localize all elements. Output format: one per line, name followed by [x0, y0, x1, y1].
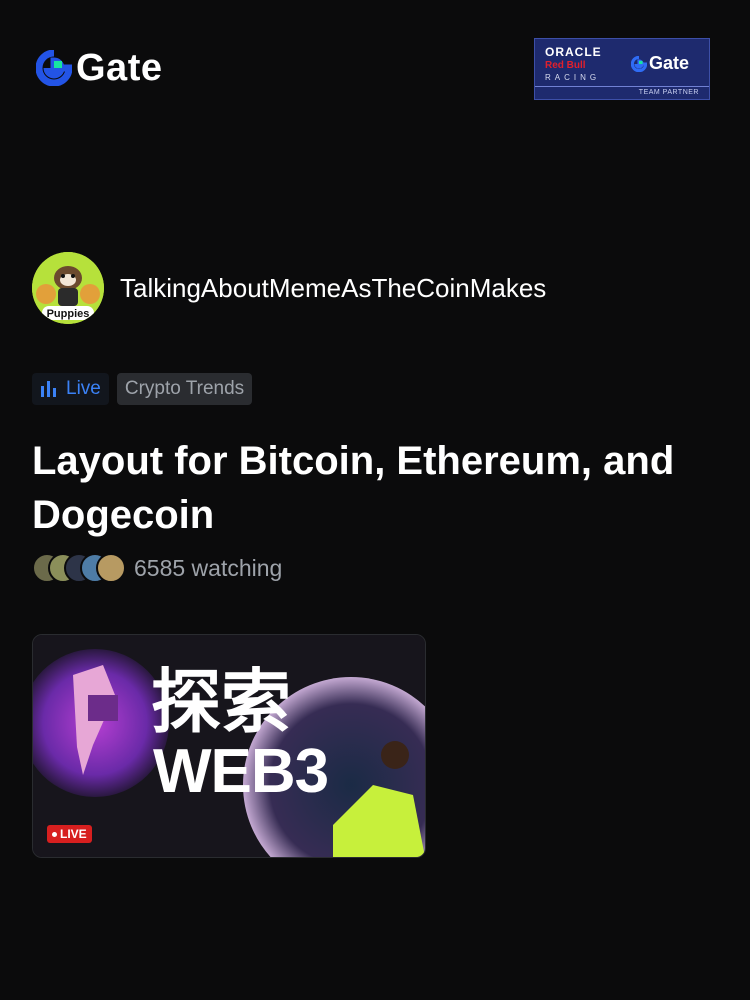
- live-badge: LIVE: [47, 825, 92, 843]
- partner-line1: ORACLE: [545, 45, 602, 59]
- live-badge-label: LIVE: [60, 827, 87, 841]
- avatar-label: Puppies: [47, 308, 90, 320]
- viewer-avatar: [96, 553, 126, 583]
- author-avatar[interactable]: Puppies: [32, 252, 104, 324]
- watching-count: 6585 watching: [134, 554, 283, 581]
- stream-thumbnail[interactable]: 探索 WEB3 LIVE: [32, 634, 426, 858]
- topic-tag[interactable]: Crypto Trends: [116, 373, 253, 405]
- live-tag-label: Live: [66, 378, 101, 399]
- gate-logo[interactable]: Gate: [36, 47, 163, 89]
- puppies-avatar-icon: Puppies: [32, 252, 104, 324]
- viewer-avatars: [32, 553, 126, 583]
- partner-line3: RACING: [545, 73, 601, 82]
- author-name[interactable]: TalkingAboutMemeAsTheCoinMakes: [120, 273, 546, 304]
- author-row[interactable]: Puppies TalkingAboutMemeAsTheCoinMakes: [32, 252, 546, 324]
- partner-caption: TEAM PARTNER: [638, 89, 699, 96]
- partner-divider: [535, 86, 709, 87]
- gate-mini-icon: [631, 55, 647, 72]
- viewer-row: 6585 watching: [32, 553, 282, 583]
- stream-title: Layout for Bitcoin, Ethereum, and Dogeco…: [32, 439, 675, 537]
- bar-chart-icon: [41, 381, 56, 397]
- app-header: Gate ORACLE Red Bull RACING Gate TEAM PA…: [0, 0, 750, 140]
- live-dot-icon: [52, 831, 57, 837]
- gate-logo-icon: [36, 50, 72, 86]
- thumbnail-headline-en: WEB3: [153, 737, 329, 806]
- partner-brand: Gate: [649, 53, 690, 73]
- stream-tags: Live Crypto Trends: [32, 373, 253, 405]
- partner-badge: ORACLE Red Bull RACING Gate TEAM PARTNER: [534, 38, 710, 100]
- thumbnail-headline-cn: 探索: [151, 663, 291, 741]
- live-tag[interactable]: Live: [32, 373, 109, 405]
- partner-line2: Red Bull: [545, 60, 586, 71]
- gate-logo-text: Gate: [76, 47, 163, 89]
